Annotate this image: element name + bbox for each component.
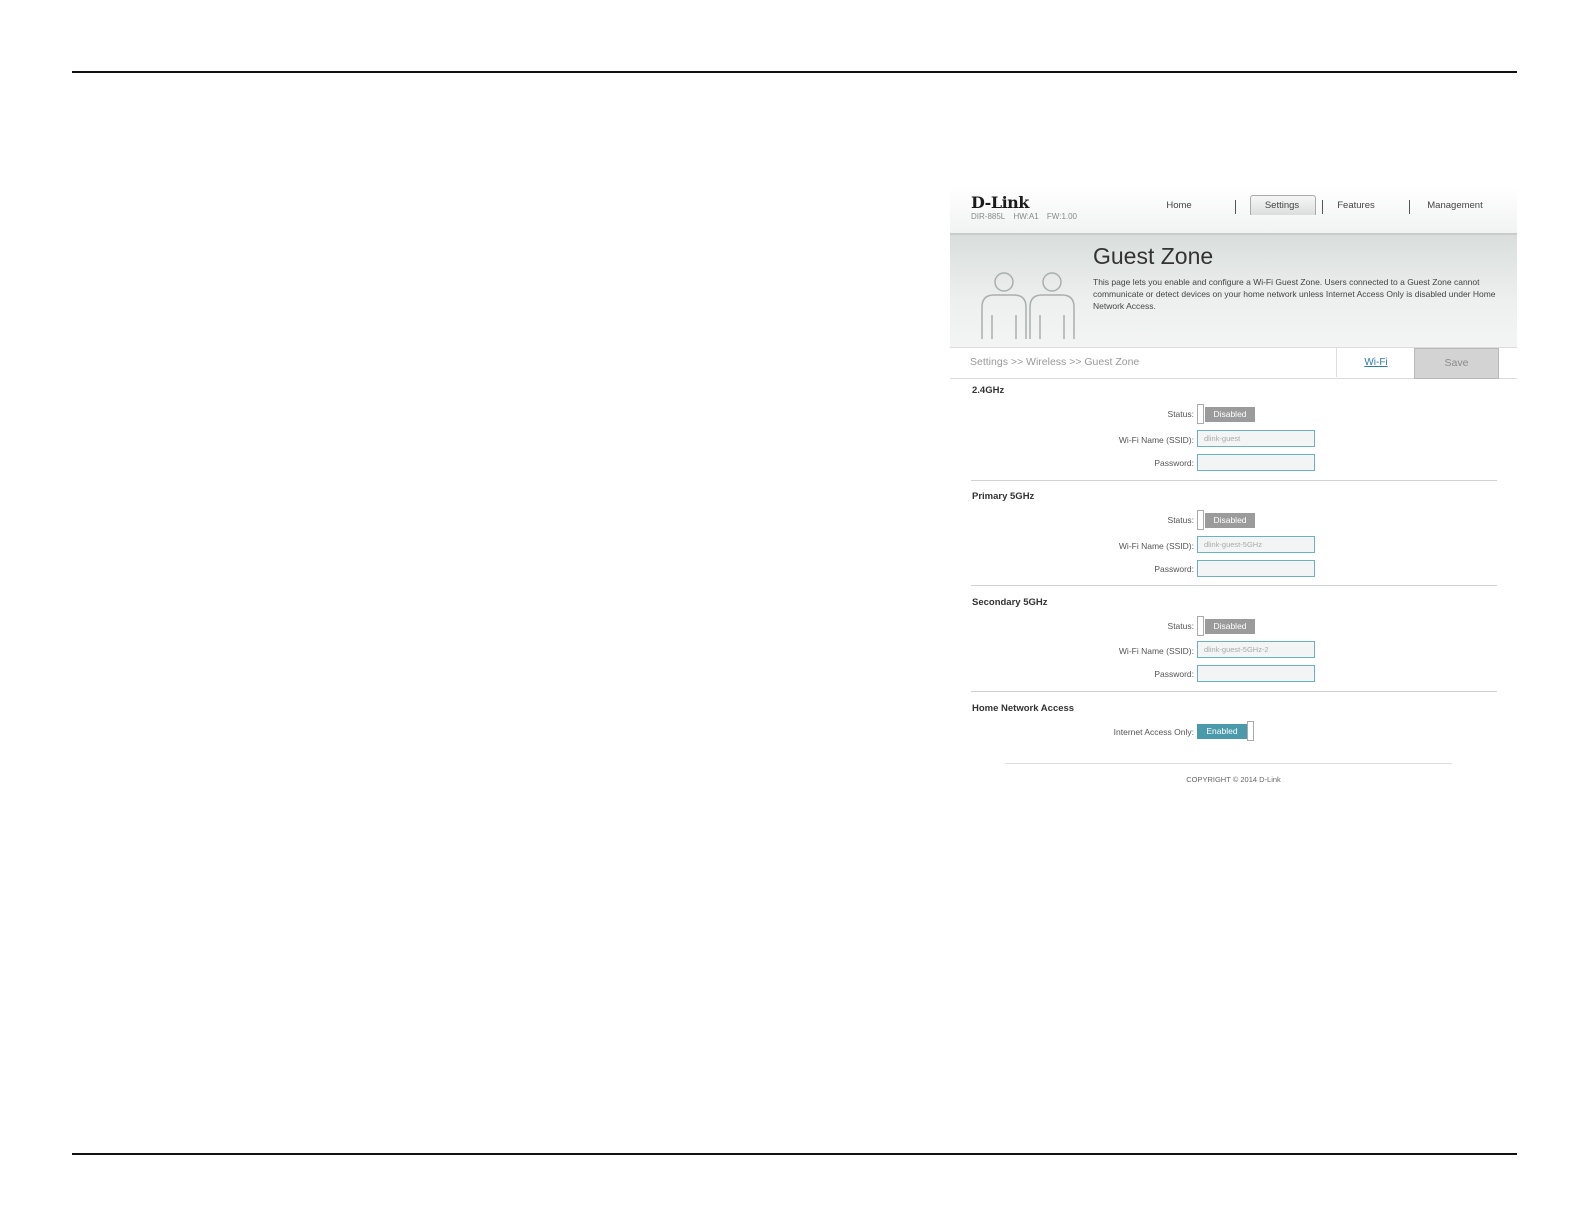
status-label: Status: [1167, 515, 1194, 525]
ssid-label: Wi-Fi Name (SSID): [1118, 646, 1194, 656]
nav-separator [1235, 200, 1236, 214]
password-label: Password: [1154, 669, 1194, 679]
toggle-state: Disabled [1205, 407, 1255, 422]
password-input-primary-5ghz[interactable] [1197, 560, 1315, 577]
section-title: 2.4GHz [972, 385, 1005, 396]
ssid-label: Wi-Fi Name (SSID): [1118, 541, 1194, 551]
device-info: DIR-885L HW:A1 FW:1.00 [971, 212, 1083, 221]
page-banner: Guest Zone This page lets you enable and… [950, 235, 1517, 347]
model-name: DIR-885L [971, 212, 1006, 221]
password-input-secondary-5ghz[interactable] [1197, 665, 1315, 682]
breadcrumb-bar: Settings >> Wireless >> Guest Zone Wi-Fi… [950, 347, 1517, 379]
ssid-input-secondary-5ghz[interactable] [1197, 641, 1315, 658]
guest-users-icon [981, 272, 1075, 339]
section-home-network-access: Home Network Access Internet Access Only… [971, 703, 1497, 753]
page-title: Guest Zone [1093, 243, 1214, 269]
hw-version: HW:A1 [1013, 212, 1039, 221]
status-toggle-2-4ghz[interactable]: Disabled [1197, 404, 1257, 424]
fw-version: FW:1.00 [1046, 212, 1078, 221]
status-toggle-primary-5ghz[interactable]: Disabled [1197, 510, 1257, 530]
internet-access-only-toggle[interactable]: Enabled [1197, 721, 1257, 741]
ssid-label: Wi-Fi Name (SSID): [1118, 435, 1194, 445]
ssid-input-2-4ghz[interactable] [1197, 430, 1315, 447]
page-bottom-rule [72, 1153, 1517, 1155]
section-title: Secondary 5GHz [972, 597, 1048, 608]
page-description: This page lets you enable and configure … [1093, 277, 1496, 311]
toggle-knob [1197, 616, 1204, 636]
save-button[interactable]: Save [1414, 348, 1499, 379]
ssid-input-primary-5ghz[interactable] [1197, 536, 1315, 553]
toggle-knob [1247, 721, 1254, 741]
toggle-knob [1197, 510, 1204, 530]
section-title: Primary 5GHz [972, 491, 1035, 502]
breadcrumb: Settings >> Wireless >> Guest Zone [970, 356, 1140, 368]
router-guest-zone-screen: D-Link DIR-885L HW:A1 FW:1.00 Home Setti… [950, 186, 1517, 806]
section-2-4ghz: 2.4GHz Status: Disabled Wi-Fi Name (SSID… [971, 385, 1497, 485]
password-label: Password: [1154, 564, 1194, 574]
toggle-state: Disabled [1205, 619, 1255, 634]
nav-settings[interactable]: Settings [1250, 200, 1314, 211]
nav-home[interactable]: Home [1159, 200, 1199, 211]
section-divider [971, 691, 1497, 692]
nav-management[interactable]: Management [1420, 200, 1490, 211]
password-label: Password: [1154, 458, 1194, 468]
toggle-state: Enabled [1197, 724, 1247, 739]
section-divider [971, 585, 1497, 586]
nav-separator [1409, 200, 1410, 214]
wifi-link[interactable]: Wi-Fi [1336, 348, 1415, 377]
dlink-logo: D-Link [971, 193, 1029, 212]
status-label: Status: [1167, 409, 1194, 419]
footer-divider [1005, 763, 1452, 764]
section-divider [971, 480, 1497, 481]
password-input-2-4ghz[interactable] [1197, 454, 1315, 471]
nav-features[interactable]: Features [1330, 200, 1382, 211]
copyright-text: COPYRIGHT © 2014 D-Link [1186, 775, 1281, 784]
toggle-state: Disabled [1205, 513, 1255, 528]
section-title: Home Network Access [972, 703, 1075, 714]
internet-access-label: Internet Access Only: [1113, 727, 1194, 737]
nav-separator [1322, 200, 1323, 214]
toggle-knob [1197, 404, 1204, 424]
status-toggle-secondary-5ghz[interactable]: Disabled [1197, 616, 1257, 636]
section-secondary-5ghz: Secondary 5GHz Status: Disabled Wi-Fi Na… [971, 597, 1497, 697]
page-top-rule [72, 71, 1517, 73]
header-bar: D-Link DIR-885L HW:A1 FW:1.00 Home Setti… [950, 186, 1517, 235]
status-label: Status: [1167, 621, 1194, 631]
section-primary-5ghz: Primary 5GHz Status: Disabled Wi-Fi Name… [971, 491, 1497, 591]
